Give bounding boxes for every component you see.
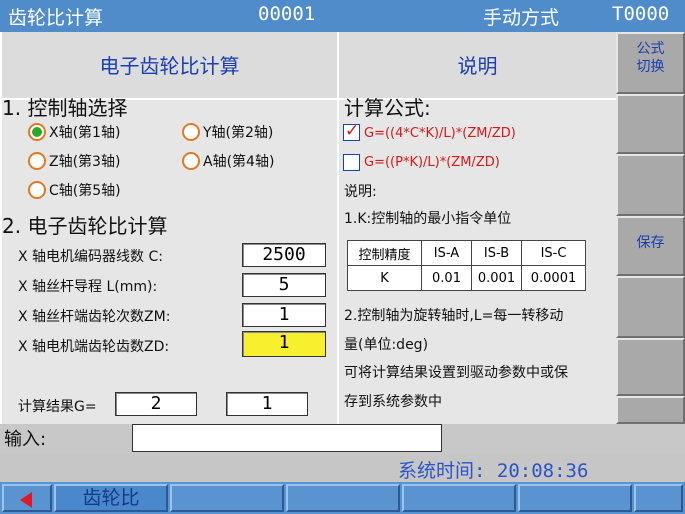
motor-gear-label: X 轴电机端齿轮齿数ZD: (18, 339, 170, 355)
radio-z-axis[interactable]: Z轴(第3轴) (28, 150, 120, 172)
radio-c-axis[interactable]: C轴(第5轴) (28, 179, 121, 201)
formula1-checkbox[interactable]: ✓ (343, 121, 360, 141)
table-cell: 控制精度 (347, 240, 422, 266)
softkey-bottom-3[interactable] (170, 484, 284, 512)
note-3-line2: 存到系统参数中 (344, 394, 442, 410)
save-button[interactable]: 保存 (616, 216, 685, 276)
gear-ratio-tab[interactable]: 齿轮比 (54, 484, 168, 512)
screw-lead-label: X 轴丝杆导程 L(mm): (18, 279, 158, 295)
note-2-line1: 2.控制轴为旋转轴时,L=每一转移动 (344, 308, 564, 324)
check-icon: ✓ (345, 121, 360, 141)
softkey-bottom-7[interactable] (634, 484, 683, 512)
radio-a-axis[interactable]: A轴(第4轴) (182, 150, 274, 172)
result-label: 计算结果G= (18, 399, 97, 415)
note-title: 说明: (344, 184, 377, 200)
encoder-lines-label: X 轴电机编码器线数 C: (18, 249, 163, 265)
formula1-text: G=((4*C*K)/L)*(ZM/ZD) (364, 126, 516, 141)
softkey-blank-2[interactable] (616, 94, 685, 154)
screw-lead-input[interactable]: 5 (242, 273, 326, 297)
radio-y-axis[interactable]: Y轴(第2轴) (182, 121, 273, 143)
radio-label: Z轴(第3轴) (49, 154, 121, 170)
softkey-bottom-5[interactable] (402, 484, 516, 512)
softkey-blank-5[interactable] (616, 276, 685, 338)
operation-mode: 手动方式 (483, 7, 560, 29)
radio-x-axis[interactable]: X轴(第1轴) (28, 121, 120, 143)
radio-unselected-icon (28, 152, 46, 170)
radio-unselected-icon (182, 123, 200, 141)
formula2-text: G=((P*K)/L)*(ZM/ZD) (364, 155, 500, 170)
table-cell: IS-C (521, 240, 586, 266)
note-1: 1.K:控制轴的最小指令单位 (344, 211, 512, 227)
top-status-bar: 齿轮比计算 00001 手动方式 T0000 (0, 0, 685, 32)
right-panel-header: 说明 (339, 32, 616, 100)
formula-title: 计算公式: (344, 96, 431, 120)
axis-section-title: 1. 控制轴选择 (2, 96, 128, 120)
tool-number: T0000 (612, 3, 670, 25)
command-input[interactable] (132, 424, 442, 452)
radio-unselected-icon (28, 181, 46, 199)
radio-label: X轴(第1轴) (49, 125, 121, 141)
softkey-blank-6[interactable] (616, 338, 685, 396)
screen-title: 齿轮比计算 (8, 7, 104, 29)
calc-section-title: 2. 电子齿轮比计算 (2, 214, 168, 238)
left-panel-header: 电子齿轮比计算 (2, 32, 337, 100)
table-row: 控制精度 IS-A IS-B IS-C (347, 240, 586, 266)
radio-label: Y轴(第2轴) (203, 125, 274, 141)
softkey-blank-7[interactable] (616, 396, 685, 424)
precision-table: 控制精度 IS-A IS-B IS-C K 0.01 0.001 0.0001 (347, 240, 586, 291)
input-label: 输入: (4, 429, 47, 450)
back-button[interactable] (2, 484, 52, 512)
result-numerator: 2 (115, 392, 197, 416)
table-cell: IS-A (421, 240, 472, 266)
softkey-blank-3[interactable] (616, 154, 685, 216)
result-denominator: 1 (226, 392, 308, 416)
program-number: 00001 (258, 3, 316, 25)
button-label: 公式 (636, 41, 665, 57)
radio-label: A轴(第4轴) (203, 154, 275, 170)
note-3-line1: 可将计算结果设置到驱动参数中或保 (344, 365, 568, 381)
radio-label: C轴(第5轴) (49, 183, 121, 199)
radio-selected-icon (28, 123, 46, 141)
formula2-checkbox[interactable] (343, 154, 360, 171)
table-cell: 0.01 (421, 265, 472, 291)
system-time: 系统时间: 20:08:36 (398, 460, 589, 482)
note-2-line2: 量(单位:deg) (344, 337, 429, 353)
button-label: 切换 (636, 59, 665, 75)
softkey-bottom-4[interactable] (286, 484, 400, 512)
screw-gear-label: X 轴丝杆端齿轮次数ZM: (18, 309, 171, 325)
encoder-lines-input[interactable]: 2500 (242, 243, 326, 267)
back-arrow-icon (20, 492, 32, 508)
radio-unselected-icon (182, 152, 200, 170)
screw-gear-input[interactable]: 1 (242, 303, 326, 327)
table-cell: 0.001 (471, 265, 522, 291)
table-cell: IS-B (471, 240, 522, 266)
softkey-bottom-6[interactable] (518, 484, 632, 512)
motor-gear-input[interactable]: 1 (242, 331, 326, 357)
table-cell: 0.0001 (521, 265, 586, 291)
right-softkeys: 公式 切换 保存 (616, 32, 685, 424)
table-row: K 0.01 0.001 0.0001 (347, 265, 586, 291)
formula-switch-button[interactable]: 公式 切换 (616, 32, 685, 94)
table-cell: K (347, 265, 422, 291)
